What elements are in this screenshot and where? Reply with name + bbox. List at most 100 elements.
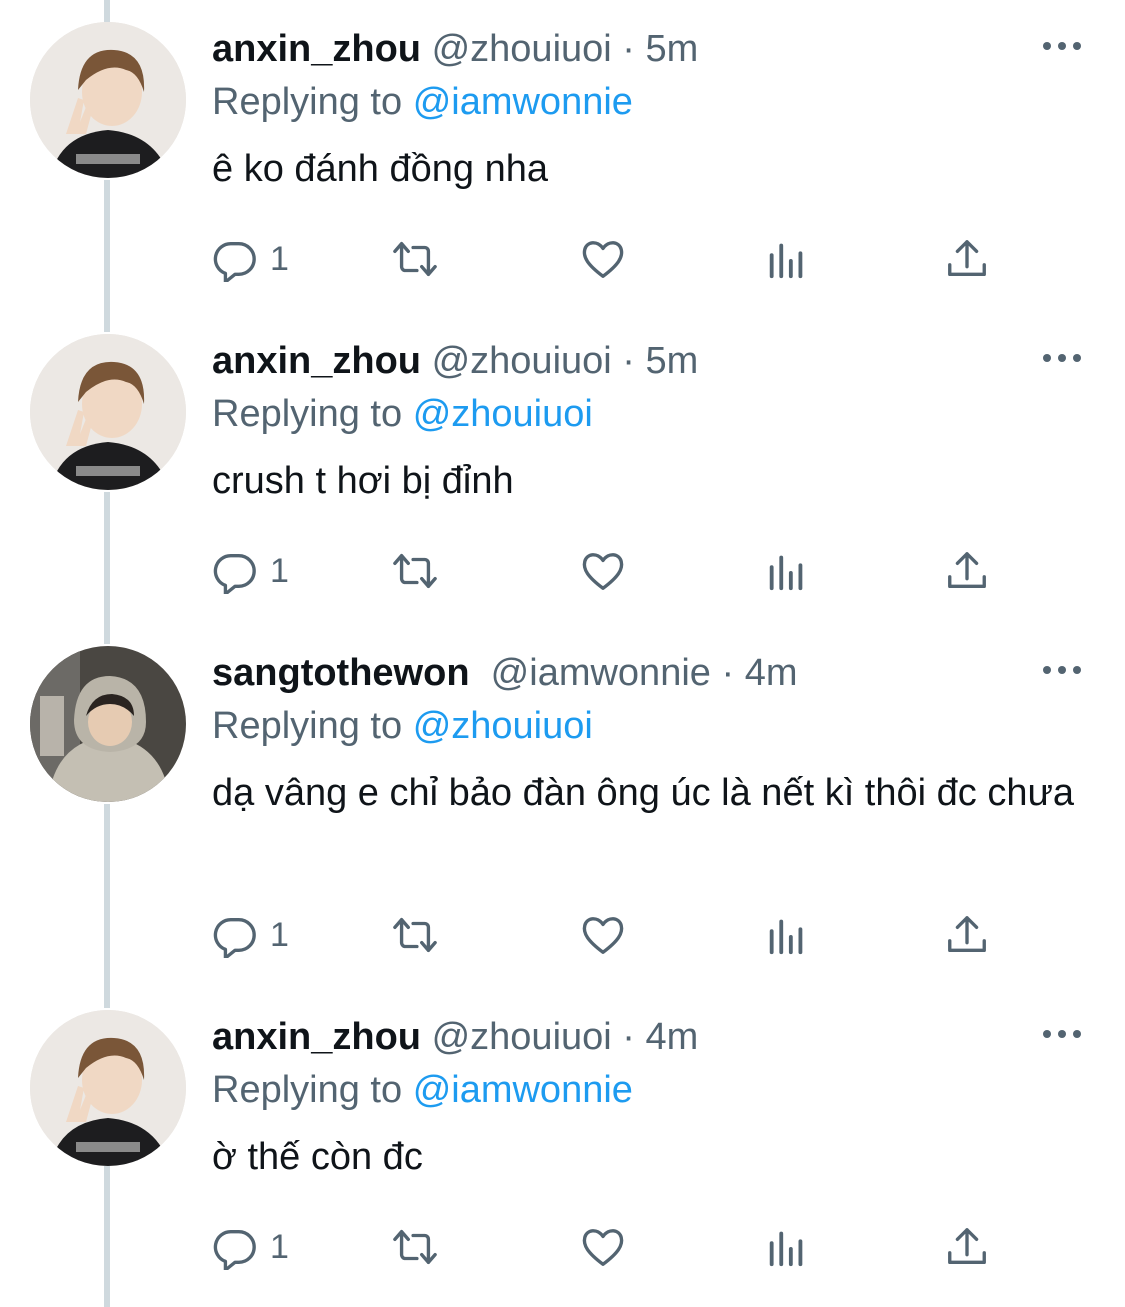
- reply-count: 1: [270, 1227, 289, 1266]
- tweet-header: anxin_zhou @zhouiuoi · 5m: [212, 336, 1035, 386]
- tweet[interactable]: anxin_zhou @zhouiuoi · 4m Replying to @i…: [0, 988, 1125, 1307]
- share-icon: [948, 552, 986, 589]
- views-icon: [769, 555, 803, 591]
- retweet-button[interactable]: [392, 910, 438, 960]
- share-button[interactable]: [944, 1222, 990, 1272]
- more-icon[interactable]: [1043, 34, 1081, 56]
- reply-icon: [213, 553, 256, 594]
- tweet-header: sangtothewon @iamwonnie · 4m: [212, 648, 1035, 698]
- display-name[interactable]: anxin_zhou: [212, 340, 421, 382]
- more-icon[interactable]: [1043, 1022, 1081, 1044]
- heart-icon: [582, 553, 624, 590]
- timestamp[interactable]: 5m: [646, 340, 699, 382]
- action-bar: 1: [212, 234, 1012, 284]
- reply-button[interactable]: 1: [212, 910, 289, 960]
- avatar[interactable]: [30, 334, 186, 490]
- reply-count: 1: [270, 551, 289, 590]
- display-name[interactable]: anxin_zhou: [212, 1016, 421, 1058]
- like-button[interactable]: [580, 234, 626, 284]
- reply-count: 1: [270, 915, 289, 954]
- reply-icon: [213, 1229, 256, 1270]
- views-button[interactable]: [764, 234, 810, 284]
- reply-button[interactable]: 1: [212, 1222, 289, 1272]
- separator-dot: ·: [721, 652, 735, 694]
- avatar-image: [30, 22, 186, 178]
- avatar[interactable]: [30, 1010, 186, 1166]
- share-button[interactable]: [944, 234, 990, 284]
- separator-dot: ·: [622, 340, 635, 382]
- reply-button[interactable]: 1: [212, 234, 289, 284]
- tweet[interactable]: anxin_zhou @zhouiuoi · 5m Replying to @z…: [0, 312, 1125, 624]
- mention-link[interactable]: @iamwonnie: [413, 81, 633, 123]
- reply-button[interactable]: 1: [212, 546, 289, 596]
- avatar-image: [30, 646, 186, 802]
- heart-icon: [582, 917, 624, 954]
- views-icon: [769, 919, 803, 955]
- user-handle[interactable]: @zhouiuoi: [432, 28, 612, 70]
- like-button[interactable]: [580, 546, 626, 596]
- tweet-text: dạ vâng e chỉ bảo đàn ông úc là nết kì t…: [212, 772, 1075, 814]
- like-button[interactable]: [580, 1222, 626, 1272]
- avatar[interactable]: [30, 646, 186, 802]
- retweet-icon: [393, 553, 437, 589]
- reply-count: 1: [270, 239, 289, 278]
- reply-icon: [213, 917, 256, 958]
- share-icon: [948, 916, 986, 953]
- timestamp[interactable]: 4m: [745, 652, 798, 694]
- separator-dot: ·: [622, 1016, 635, 1058]
- more-icon[interactable]: [1043, 346, 1081, 368]
- views-icon: [769, 243, 803, 279]
- avatar-image: [30, 1010, 186, 1166]
- retweet-button[interactable]: [392, 234, 438, 284]
- retweet-button[interactable]: [392, 1222, 438, 1272]
- user-handle[interactable]: @zhouiuoi: [432, 340, 612, 382]
- like-button[interactable]: [580, 910, 626, 960]
- tweet-text: crush t hơi bị đỉnh: [212, 460, 514, 502]
- share-icon: [948, 240, 986, 277]
- views-icon: [769, 1231, 803, 1267]
- replying-to: Replying to @iamwonnie: [212, 1065, 633, 1115]
- replying-prefix: Replying to: [212, 705, 403, 747]
- mention-link[interactable]: @zhouiuoi: [413, 393, 593, 435]
- avatar[interactable]: [30, 22, 186, 178]
- heart-icon: [582, 1229, 624, 1266]
- user-handle[interactable]: @iamwonnie: [491, 652, 711, 694]
- views-button[interactable]: [764, 546, 810, 596]
- replying-prefix: Replying to: [212, 81, 403, 123]
- retweet-button[interactable]: [392, 546, 438, 596]
- replying-prefix: Replying to: [212, 393, 403, 435]
- separator-dot: ·: [622, 28, 635, 70]
- retweet-icon: [393, 241, 437, 277]
- share-button[interactable]: [944, 910, 990, 960]
- replying-prefix: Replying to: [212, 1069, 403, 1111]
- retweet-icon: [393, 917, 437, 953]
- action-bar: 1: [212, 1222, 1012, 1272]
- share-button[interactable]: [944, 546, 990, 596]
- timestamp[interactable]: 4m: [646, 1016, 699, 1058]
- mention-link[interactable]: @zhouiuoi: [413, 705, 593, 747]
- timestamp[interactable]: 5m: [646, 28, 699, 70]
- action-bar: 1: [212, 546, 1012, 596]
- retweet-icon: [393, 1229, 437, 1265]
- heart-icon: [582, 241, 624, 278]
- display-name[interactable]: sangtothewon: [212, 652, 470, 694]
- mention-link[interactable]: @iamwonnie: [413, 1069, 633, 1111]
- share-icon: [948, 1228, 986, 1265]
- replying-to: Replying to @iamwonnie: [212, 77, 633, 127]
- more-icon[interactable]: [1043, 658, 1081, 680]
- tweet-header: anxin_zhou @zhouiuoi · 5m: [212, 24, 1035, 74]
- replying-to: Replying to @zhouiuoi: [212, 389, 593, 439]
- user-handle[interactable]: @zhouiuoi: [432, 1016, 612, 1058]
- views-button[interactable]: [764, 1222, 810, 1272]
- views-button[interactable]: [764, 910, 810, 960]
- tweet[interactable]: sangtothewon @iamwonnie · 4m Replying to…: [0, 624, 1125, 988]
- replying-to: Replying to @zhouiuoi: [212, 701, 593, 751]
- action-bar: 1: [212, 910, 1012, 960]
- reply-icon: [213, 241, 256, 282]
- tweet-text: ờ thế còn đc: [212, 1136, 423, 1178]
- tweet-text: ê ko đánh đồng nha: [212, 148, 548, 190]
- avatar-image: [30, 334, 186, 490]
- tweet[interactable]: anxin_zhou @zhouiuoi · 5m Replying to @i…: [0, 0, 1125, 312]
- tweet-header: anxin_zhou @zhouiuoi · 4m: [212, 1012, 1035, 1062]
- display-name[interactable]: anxin_zhou: [212, 28, 421, 70]
